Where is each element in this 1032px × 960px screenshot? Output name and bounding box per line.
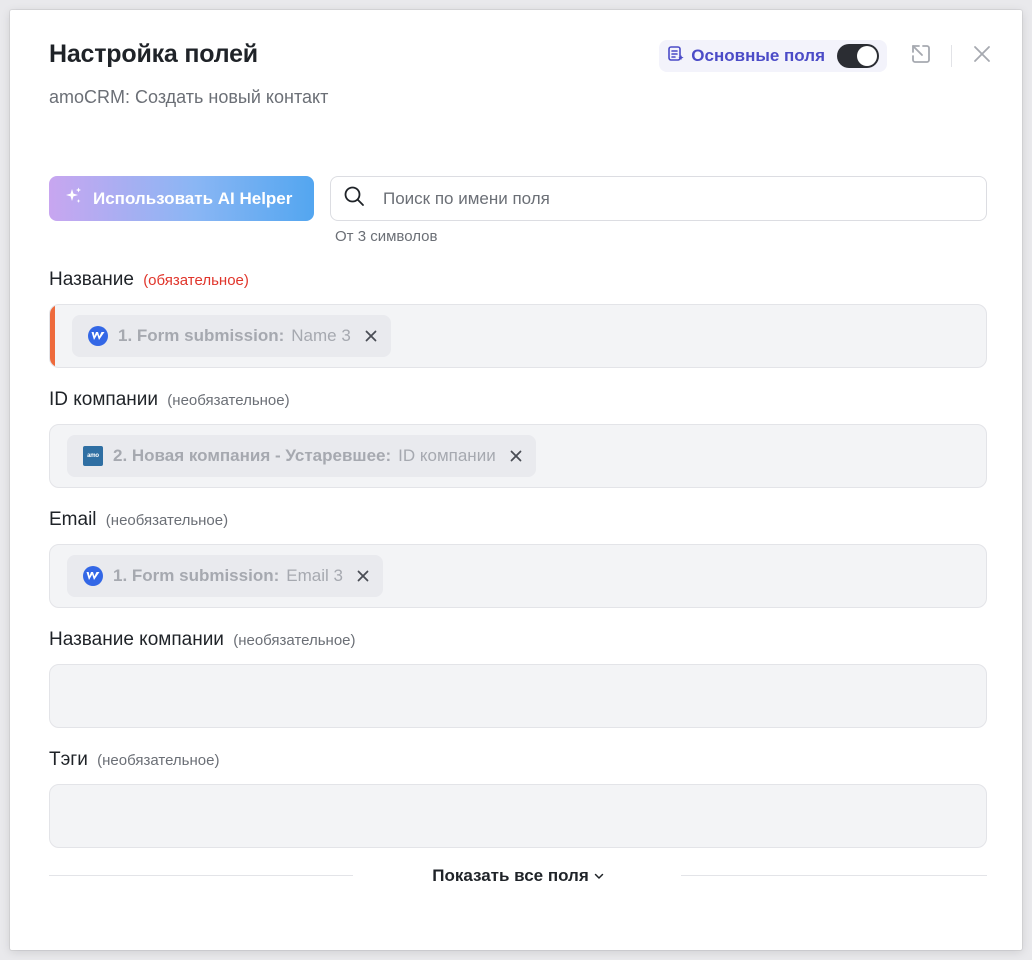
field-label-company-name: Название компании (необязательное) [49,629,356,651]
field-settings-modal: Настройка полей amoCRM: Создать новый ко… [10,10,1022,950]
close-icon [357,570,369,582]
field-input-company-name[interactable] [49,664,987,728]
field-label-tags: Тэги (необязательное) [49,749,219,771]
field-input-name[interactable]: 1. Form submission: Name 3 [49,304,987,368]
remove-chip-button[interactable] [365,330,377,342]
field-label-email: Email (необязательное) [49,509,228,531]
divider-right [681,875,987,876]
remove-chip-button[interactable] [357,570,369,582]
amocrm-icon: amo [83,446,103,466]
sparkles-icon [63,186,83,211]
optional-note: (необязательное) [97,752,220,769]
collapse-arrow-icon [910,43,932,70]
mapped-value-chip[interactable]: 1. Form submission: Name 3 [72,315,391,357]
chip-value: Name 3 [291,326,351,345]
field-label-name: Название (обязательное) [49,269,249,291]
chip-source: 1. Form submission: [113,566,280,585]
list-sparkle-icon [667,45,685,68]
chip-value: Email 3 [286,566,343,585]
webflow-icon [88,326,108,346]
chip-value: ID компании [398,446,496,465]
basic-fields-switch[interactable] [837,44,879,68]
close-icon [973,45,991,68]
collapse-button[interactable] [905,40,937,72]
divider-left [49,875,353,876]
page-title: Настройка полей [49,40,258,68]
mapped-value-chip[interactable]: 1. Form submission: Email 3 [67,555,383,597]
field-label-company-id: ID компании (необязательное) [49,389,290,411]
field-label-text: Название компании [49,629,224,650]
field-label-text: ID компании [49,389,159,410]
search-hint: От 3 символов [335,228,438,245]
ai-helper-button[interactable]: Использовать AI Helper [49,176,314,221]
page-subtitle: amoCRM: Создать новый контакт [49,87,329,107]
mapped-value-chip[interactable]: amo 2. Новая компания - Устаревшее: ID к… [67,435,536,477]
required-note: (обязательное) [143,272,249,289]
field-label-text: Тэги [49,749,88,770]
search-input[interactable] [383,188,963,209]
chevron-down-icon [594,873,604,879]
chip-source: 1. Form submission: [118,326,285,345]
field-label-text: Название [49,269,134,290]
close-icon [365,330,377,342]
close-button[interactable] [966,40,998,72]
basic-fields-toggle-group[interactable]: Основные поля [659,40,887,72]
close-icon [510,450,522,462]
ai-helper-label: Использовать AI Helper [93,188,293,208]
field-input-company-id[interactable]: amo 2. Новая компания - Устаревшее: ID к… [49,424,987,488]
required-indicator [50,305,55,367]
field-input-tags[interactable] [49,784,987,848]
remove-chip-button[interactable] [510,450,522,462]
optional-note: (необязательное) [167,392,290,409]
chip-source: 2. Новая компания - Устаревшее: [113,446,392,465]
switch-knob [857,46,877,66]
optional-note: (необязательное) [233,632,356,649]
field-input-email[interactable]: 1. Form submission: Email 3 [49,544,987,608]
search-box[interactable] [330,176,987,221]
search-icon [343,185,365,212]
webflow-icon [83,566,103,586]
field-label-text: Email [49,509,97,530]
optional-note: (необязательное) [105,512,229,529]
show-all-fields-button[interactable]: Показать все поля [432,866,604,886]
show-all-fields-label: Показать все поля [432,866,589,885]
header-divider [951,45,952,67]
header-actions: Основные поля [659,40,998,72]
basic-fields-label: Основные поля [691,46,825,65]
show-all-fields-row: Показать все поля [49,864,987,888]
